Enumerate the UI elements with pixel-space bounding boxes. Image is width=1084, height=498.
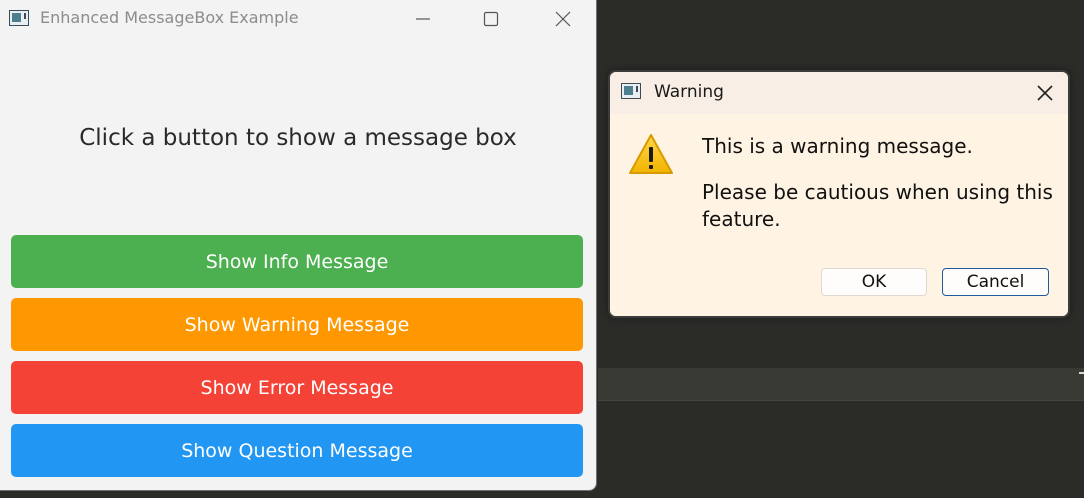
close-button[interactable]: [540, 0, 586, 38]
dialog-message: This is a warning message.: [702, 134, 973, 158]
prompt-label: Click a button to show a message box: [79, 125, 517, 151]
background-editor-strip: [598, 368, 1084, 401]
cancel-label: Cancel: [966, 272, 1025, 292]
show-error-button[interactable]: Show Error Message: [11, 361, 583, 414]
dialog-titlebar[interactable]: Warning: [610, 72, 1068, 114]
main-window: Enhanced MessageBox Example Click a butt…: [0, 0, 597, 491]
dialog-body: This is a warning message. Please be cau…: [610, 114, 1068, 316]
warning-icon: [629, 134, 673, 174]
app-icon: [9, 10, 29, 26]
minimize-icon: [416, 18, 430, 20]
show-info-button[interactable]: Show Info Message: [11, 235, 583, 288]
show-warning-label: Show Warning Message: [184, 313, 410, 336]
show-info-label: Show Info Message: [205, 250, 389, 273]
close-icon: [1037, 85, 1053, 101]
ok-button[interactable]: OK: [821, 268, 927, 296]
show-question-label: Show Question Message: [181, 439, 413, 462]
maximize-icon: [483, 11, 499, 27]
dialog-app-icon: [621, 83, 641, 99]
close-icon: [555, 11, 571, 27]
maximize-button[interactable]: [468, 0, 514, 38]
show-error-label: Show Error Message: [200, 376, 394, 399]
dialog-title: Warning: [654, 82, 724, 102]
window-title: Enhanced MessageBox Example: [40, 8, 299, 27]
ok-label: OK: [861, 272, 887, 292]
background-divider: [598, 400, 1084, 401]
minimize-button[interactable]: [400, 0, 446, 38]
cancel-button[interactable]: Cancel: [942, 268, 1049, 296]
dialog-detail: Please be cautious when using this featu…: [702, 180, 1053, 231]
show-question-button[interactable]: Show Question Message: [11, 424, 583, 477]
main-titlebar[interactable]: Enhanced MessageBox Example: [0, 0, 596, 38]
dialog-close-button[interactable]: [1028, 76, 1062, 110]
warning-dialog: Warning This is a warning message. Pleas…: [608, 70, 1070, 318]
show-warning-button[interactable]: Show Warning Message: [11, 298, 583, 351]
background-marker: [1079, 372, 1084, 374]
